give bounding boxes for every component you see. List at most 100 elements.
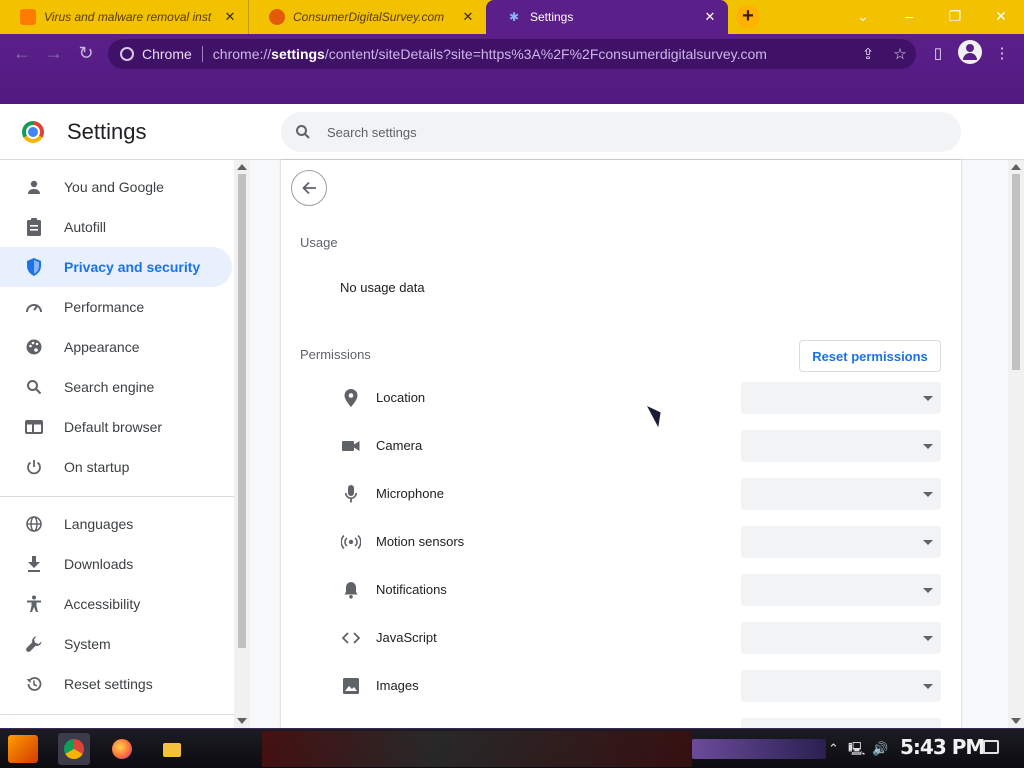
scroll-down-icon[interactable] bbox=[1011, 718, 1021, 724]
scrollbar-thumb[interactable] bbox=[238, 174, 246, 648]
sidebar-item-default-browser[interactable]: Default browser bbox=[0, 407, 232, 447]
reset-permissions-button[interactable]: Reset permissions bbox=[799, 340, 941, 372]
usage-value: No usage data bbox=[340, 280, 425, 295]
permission-label: Images bbox=[376, 678, 419, 693]
tab-virus-removal[interactable]: Virus and malware removal inst ✕ bbox=[0, 0, 248, 34]
network-icon[interactable]: 🖳 bbox=[848, 729, 865, 769]
gear-icon: ✱ bbox=[508, 10, 520, 24]
sidebar-item-label: Languages bbox=[64, 516, 134, 532]
sidebar-item-label: You and Google bbox=[64, 179, 164, 195]
camera-icon bbox=[341, 436, 361, 456]
search-icon bbox=[24, 377, 44, 397]
profile-avatar-icon[interactable] bbox=[958, 40, 982, 64]
tray-chevron-icon[interactable]: ⌃ bbox=[828, 729, 839, 769]
window-close-icon[interactable]: ✕ bbox=[978, 0, 1024, 34]
taskbar: ⌃ 🖳 🔊 5:43 PM bbox=[0, 728, 1024, 768]
permission-label: JavaScript bbox=[376, 630, 437, 645]
permission-label: Motion sensors bbox=[376, 534, 465, 549]
taskbar-window-preview[interactable] bbox=[262, 731, 692, 767]
sidebar-item-appearance[interactable]: Appearance bbox=[0, 327, 232, 367]
sidebar-item-privacy-and-security[interactable]: Privacy and security bbox=[0, 247, 232, 287]
url-text[interactable]: chrome://settings/content/siteDetails?si… bbox=[213, 46, 852, 62]
microphone-permission-select[interactable] bbox=[741, 478, 941, 510]
wrench-icon bbox=[24, 634, 44, 654]
palette-icon bbox=[24, 337, 44, 357]
firefox-taskbar-icon[interactable] bbox=[106, 733, 138, 765]
gauge-icon bbox=[24, 297, 44, 317]
sidebar-item-label: Default browser bbox=[64, 419, 163, 435]
menu-icon[interactable]: ⋮ bbox=[988, 41, 1016, 69]
sidebar-item-performance[interactable]: Performance bbox=[0, 287, 232, 327]
forward-arrow-icon[interactable]: → bbox=[40, 42, 68, 66]
browser-toolbar: ← → ↻ Chrome chrome://settings/content/s… bbox=[0, 34, 1024, 104]
dropdown-arrow-icon bbox=[923, 540, 933, 545]
permission-label: Location bbox=[376, 390, 426, 405]
site-chip: Chrome bbox=[142, 46, 192, 62]
sidebar-item-languages[interactable]: Languages bbox=[0, 504, 232, 544]
permission-label: Camera bbox=[376, 438, 423, 453]
permission-row-notifications: Notifications bbox=[281, 568, 961, 616]
website-favicon-icon bbox=[269, 9, 285, 25]
sidebar-item-reset-settings[interactable]: Reset settings bbox=[0, 664, 232, 704]
sidebar-item-search-engine[interactable]: Search engine bbox=[0, 367, 232, 407]
back-arrow-icon[interactable]: ← bbox=[8, 42, 36, 66]
sidebar-item-label: Appearance bbox=[64, 339, 140, 355]
tab-strip: Virus and malware removal inst ✕ Consume… bbox=[0, 0, 1024, 34]
dropdown-arrow-icon bbox=[923, 396, 933, 401]
sidebar-scrollbar[interactable] bbox=[234, 160, 250, 728]
permissions-section-title: Permissions bbox=[300, 347, 371, 362]
sidebar-item-autofill[interactable]: Autofill bbox=[0, 207, 232, 247]
new-tab-button[interactable]: + bbox=[736, 5, 760, 29]
sidebar-item-label: Accessibility bbox=[64, 596, 141, 612]
minimize-icon[interactable]: – bbox=[886, 0, 932, 34]
chrome-taskbar-icon[interactable] bbox=[58, 733, 90, 765]
next-permission-select[interactable] bbox=[741, 718, 941, 728]
close-tab-icon[interactable]: ✕ bbox=[460, 9, 476, 25]
address-bar[interactable]: Chrome chrome://settings/content/siteDet… bbox=[108, 39, 916, 69]
bookmark-star-icon[interactable]: ☆ bbox=[884, 45, 916, 63]
notifications-permission-select[interactable] bbox=[741, 574, 941, 606]
sidebar-item-downloads[interactable]: Downloads bbox=[0, 544, 232, 584]
sidebar-item-you-and-google[interactable]: You and Google bbox=[0, 167, 232, 207]
dropdown-arrow-icon bbox=[923, 492, 933, 497]
shield-icon bbox=[24, 257, 44, 277]
restore-icon[interactable]: ❐ bbox=[932, 0, 978, 34]
close-tab-icon[interactable]: ✕ bbox=[222, 9, 238, 25]
location-permission-select[interactable] bbox=[741, 382, 941, 414]
taskbar-clock[interactable]: 5:43 PM bbox=[900, 735, 985, 759]
permission-label: Notifications bbox=[376, 582, 447, 597]
sidebar-item-accessibility[interactable]: Accessibility bbox=[0, 584, 232, 624]
search-settings-box[interactable] bbox=[281, 112, 961, 152]
images-permission-select[interactable] bbox=[741, 670, 941, 702]
side-panel-icon[interactable]: ▯ bbox=[924, 41, 952, 69]
javascript-permission-select[interactable] bbox=[741, 622, 941, 654]
camera-permission-select[interactable] bbox=[741, 430, 941, 462]
notification-icon[interactable] bbox=[983, 740, 999, 754]
share-icon[interactable]: ⇪ bbox=[852, 45, 884, 63]
sidebar-item-system[interactable]: System bbox=[0, 624, 232, 664]
back-button[interactable] bbox=[291, 170, 327, 206]
tab-settings[interactable]: ✱ Settings ✕ bbox=[486, 0, 728, 34]
volume-icon[interactable]: 🔊 bbox=[872, 729, 888, 769]
start-button[interactable] bbox=[8, 735, 38, 763]
search-input[interactable] bbox=[327, 124, 927, 140]
divider bbox=[0, 496, 234, 497]
close-tab-icon[interactable]: ✕ bbox=[702, 9, 718, 25]
tab-consumer-digital-survey[interactable]: ConsumerDigitalSurvey.com ✕ bbox=[248, 0, 486, 34]
scrollbar-thumb[interactable] bbox=[1012, 174, 1020, 370]
reload-icon[interactable]: ↻ bbox=[72, 42, 100, 66]
motion-sensors-permission-select[interactable] bbox=[741, 526, 941, 558]
tab-search-icon[interactable]: ⌄ bbox=[840, 0, 886, 34]
scroll-up-icon[interactable] bbox=[237, 164, 247, 170]
file-explorer-taskbar-icon[interactable] bbox=[156, 733, 188, 765]
sidebar-item-on-startup[interactable]: On startup bbox=[0, 447, 232, 487]
main-scrollbar[interactable] bbox=[1008, 160, 1024, 728]
tab-title: ConsumerDigitalSurvey.com bbox=[293, 10, 445, 24]
dropdown-arrow-icon bbox=[923, 636, 933, 641]
sidebar-item-label: Autofill bbox=[64, 219, 107, 235]
motion-sensors-icon bbox=[341, 532, 361, 552]
scroll-up-icon[interactable] bbox=[1011, 164, 1021, 170]
download-icon bbox=[24, 554, 44, 574]
scroll-down-icon[interactable] bbox=[237, 718, 247, 724]
chrome-logo-icon bbox=[22, 121, 44, 143]
